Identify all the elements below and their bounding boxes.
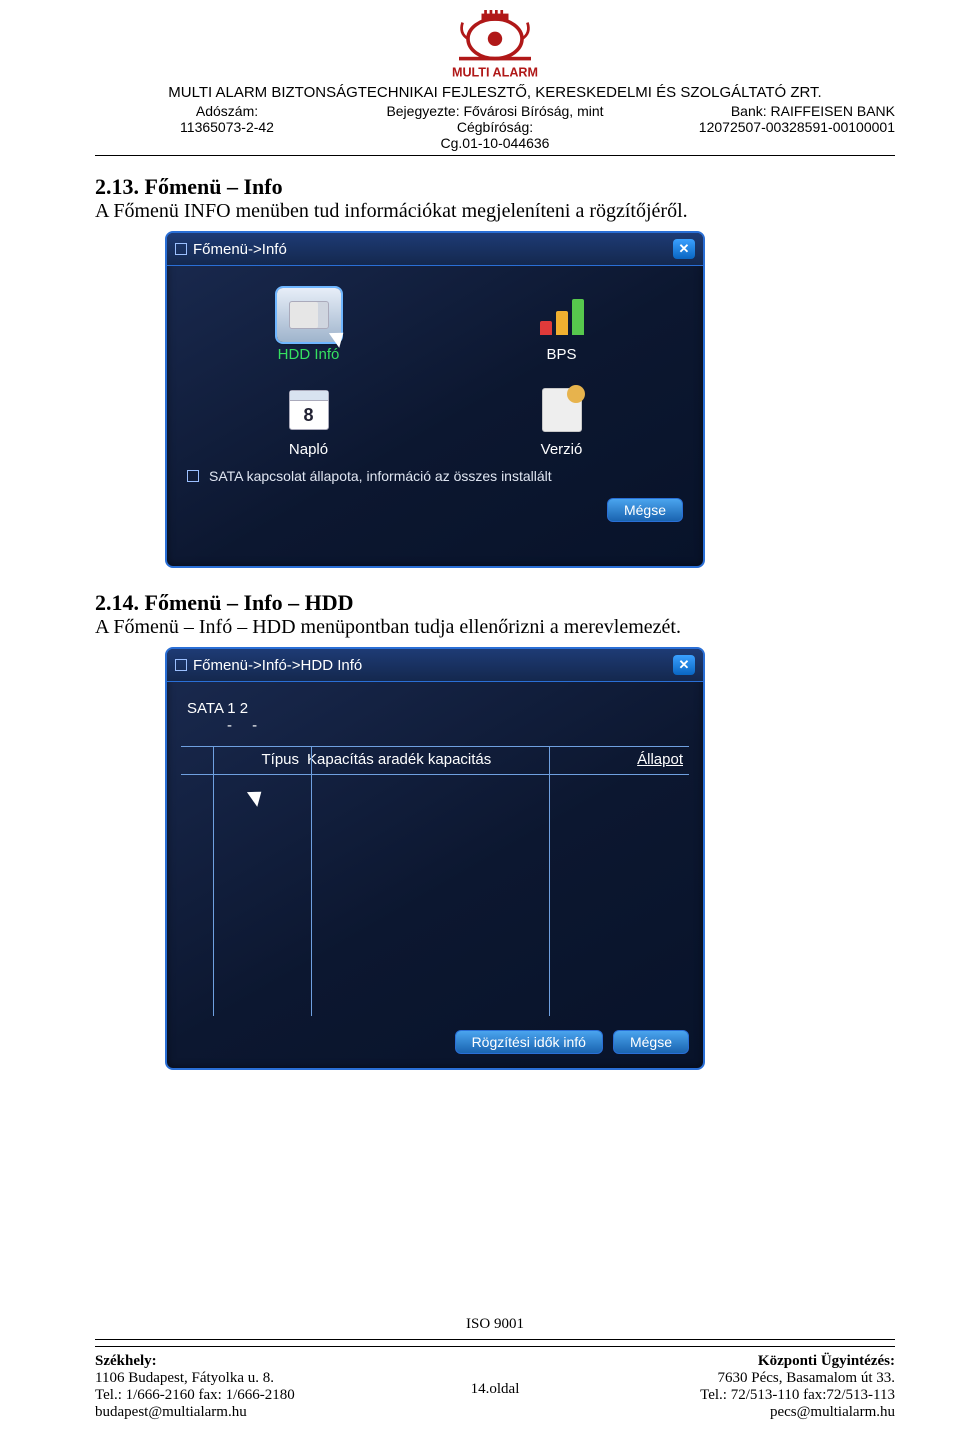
footer-divider-bottom: [95, 1346, 895, 1347]
logo-text: MULTI ALARM: [452, 66, 538, 80]
table-body: [181, 775, 689, 1005]
page-header: MULTI ALARM MULTI ALARM BIZTONSÁGTECHNIK…: [95, 10, 895, 156]
hq-address: 1106 Budapest, Fátyolka u. 8.: [95, 1370, 399, 1387]
calendar-icon: 8: [277, 383, 341, 437]
section-213-title: 2.13. Főmenü – Info: [95, 174, 895, 200]
sata-label: SATA 1 2: [187, 700, 248, 717]
hdd-info-label: HDD Infó: [187, 346, 430, 363]
hq-phone: Tel.: 1/666-2160 fax: 1/666-2180: [95, 1387, 399, 1404]
office-address: 7630 Pécs, Basamalom út 33.: [591, 1370, 895, 1387]
header-divider: [95, 155, 895, 156]
footer-right: Központi Ügyintézés: 7630 Pécs, Basamalo…: [591, 1353, 895, 1421]
bank-number: 12072507-00328591-00100001: [631, 119, 895, 135]
sata-values: - -: [227, 717, 265, 734]
window-title: Főmenü->Infó->HDD Infó: [193, 657, 362, 674]
window-title: Főmenü->Infó: [193, 241, 287, 258]
office-label: Központi Ügyintézés:: [591, 1353, 895, 1370]
bps-icon: [530, 288, 594, 342]
close-button[interactable]: ✕: [673, 239, 695, 259]
iso-label: ISO 9001: [95, 1316, 895, 1333]
registration-number: Cg.01-10-044636: [363, 135, 627, 151]
footer-center: 14.oldal: [399, 1353, 591, 1421]
col-status: Állapot: [603, 751, 683, 768]
sata-row: SATA 1 2 - -: [187, 700, 689, 734]
hq-email: budapest@multialarm.hu: [95, 1404, 399, 1421]
section-213-text: A Főmenü INFO menüben tud információkat …: [95, 200, 895, 223]
cursor-icon: [251, 787, 265, 807]
log-label: Napló: [187, 441, 430, 458]
cancel-button[interactable]: Mégse: [607, 498, 683, 522]
footer-left: Székhely: 1106 Budapest, Fátyolka u. 8. …: [95, 1353, 399, 1421]
close-button[interactable]: ✕: [673, 655, 695, 675]
footer-divider-top: [95, 1339, 895, 1340]
section-214-text: A Főmenü – Infó – HDD menüpontban tudja …: [95, 616, 895, 639]
registration-label: Bejegyezte: Fővárosi Bíróság, mint Cégbí…: [363, 103, 627, 135]
office-email: pecs@multialarm.hu: [591, 1404, 895, 1421]
header-columns: Adószám: 11365073-2-42 Bejegyezte: Fővár…: [95, 103, 895, 151]
bank-label: Bank: RAIFFEISEN BANK: [631, 103, 895, 119]
log-item[interactable]: 8 Napló: [187, 383, 430, 458]
version-item[interactable]: Verzió: [440, 383, 683, 458]
hdd-icon: [277, 288, 341, 342]
recording-times-button[interactable]: Rögzítési idők infó: [455, 1030, 603, 1054]
window-icon: [175, 659, 187, 671]
checkbox-icon: [187, 470, 199, 482]
hdd-table: Típus Kapacítás aradék kapacitás Állapot: [181, 746, 689, 1016]
status-row: SATA kapcsolat állapota, információ az ö…: [187, 468, 683, 484]
info-window: Főmenü->Infó ✕ HDD Infó BPS 8 Napló: [165, 231, 705, 568]
cursor-icon: [333, 328, 347, 348]
company-logo: MULTI ALARM: [450, 10, 540, 82]
office-phone: Tel.: 72/513-110 fax:72/513-113: [591, 1387, 895, 1404]
col-capacity: Kapacítás aradék kapacitás: [307, 751, 603, 768]
version-label: Verzió: [440, 441, 683, 458]
hdd-info-window: Főmenü->Infó->HDD Infó ✕ SATA 1 2 - - Tí…: [165, 647, 705, 1070]
hdd-info-item[interactable]: HDD Infó: [187, 288, 430, 363]
bps-item[interactable]: BPS: [440, 288, 683, 363]
version-icon: [530, 383, 594, 437]
section-214-title: 2.14. Főmenü – Info – HDD: [95, 590, 895, 616]
window-icon: [175, 243, 187, 255]
window-titlebar: Főmenü->Infó->HDD Infó ✕: [167, 649, 703, 682]
table-header-row: Típus Kapacítás aradék kapacitás Állapot: [181, 747, 689, 775]
page-footer: ISO 9001 Székhely: 1106 Budapest, Fátyol…: [95, 1316, 895, 1421]
tax-label: Adószám:: [95, 103, 359, 119]
tax-number: 11365073-2-42: [95, 119, 359, 135]
bps-label: BPS: [440, 346, 683, 363]
col-type: Típus: [217, 751, 307, 768]
status-text: SATA kapcsolat állapota, információ az ö…: [209, 468, 552, 484]
cancel-button[interactable]: Mégse: [613, 1030, 689, 1054]
company-name: MULTI ALARM BIZTONSÁGTECHNIKAI FEJLESZTŐ…: [95, 84, 895, 101]
window-titlebar: Főmenü->Infó ✕: [167, 233, 703, 266]
page-number: 14.oldal: [399, 1381, 591, 1398]
hq-label: Székhely:: [95, 1353, 399, 1370]
